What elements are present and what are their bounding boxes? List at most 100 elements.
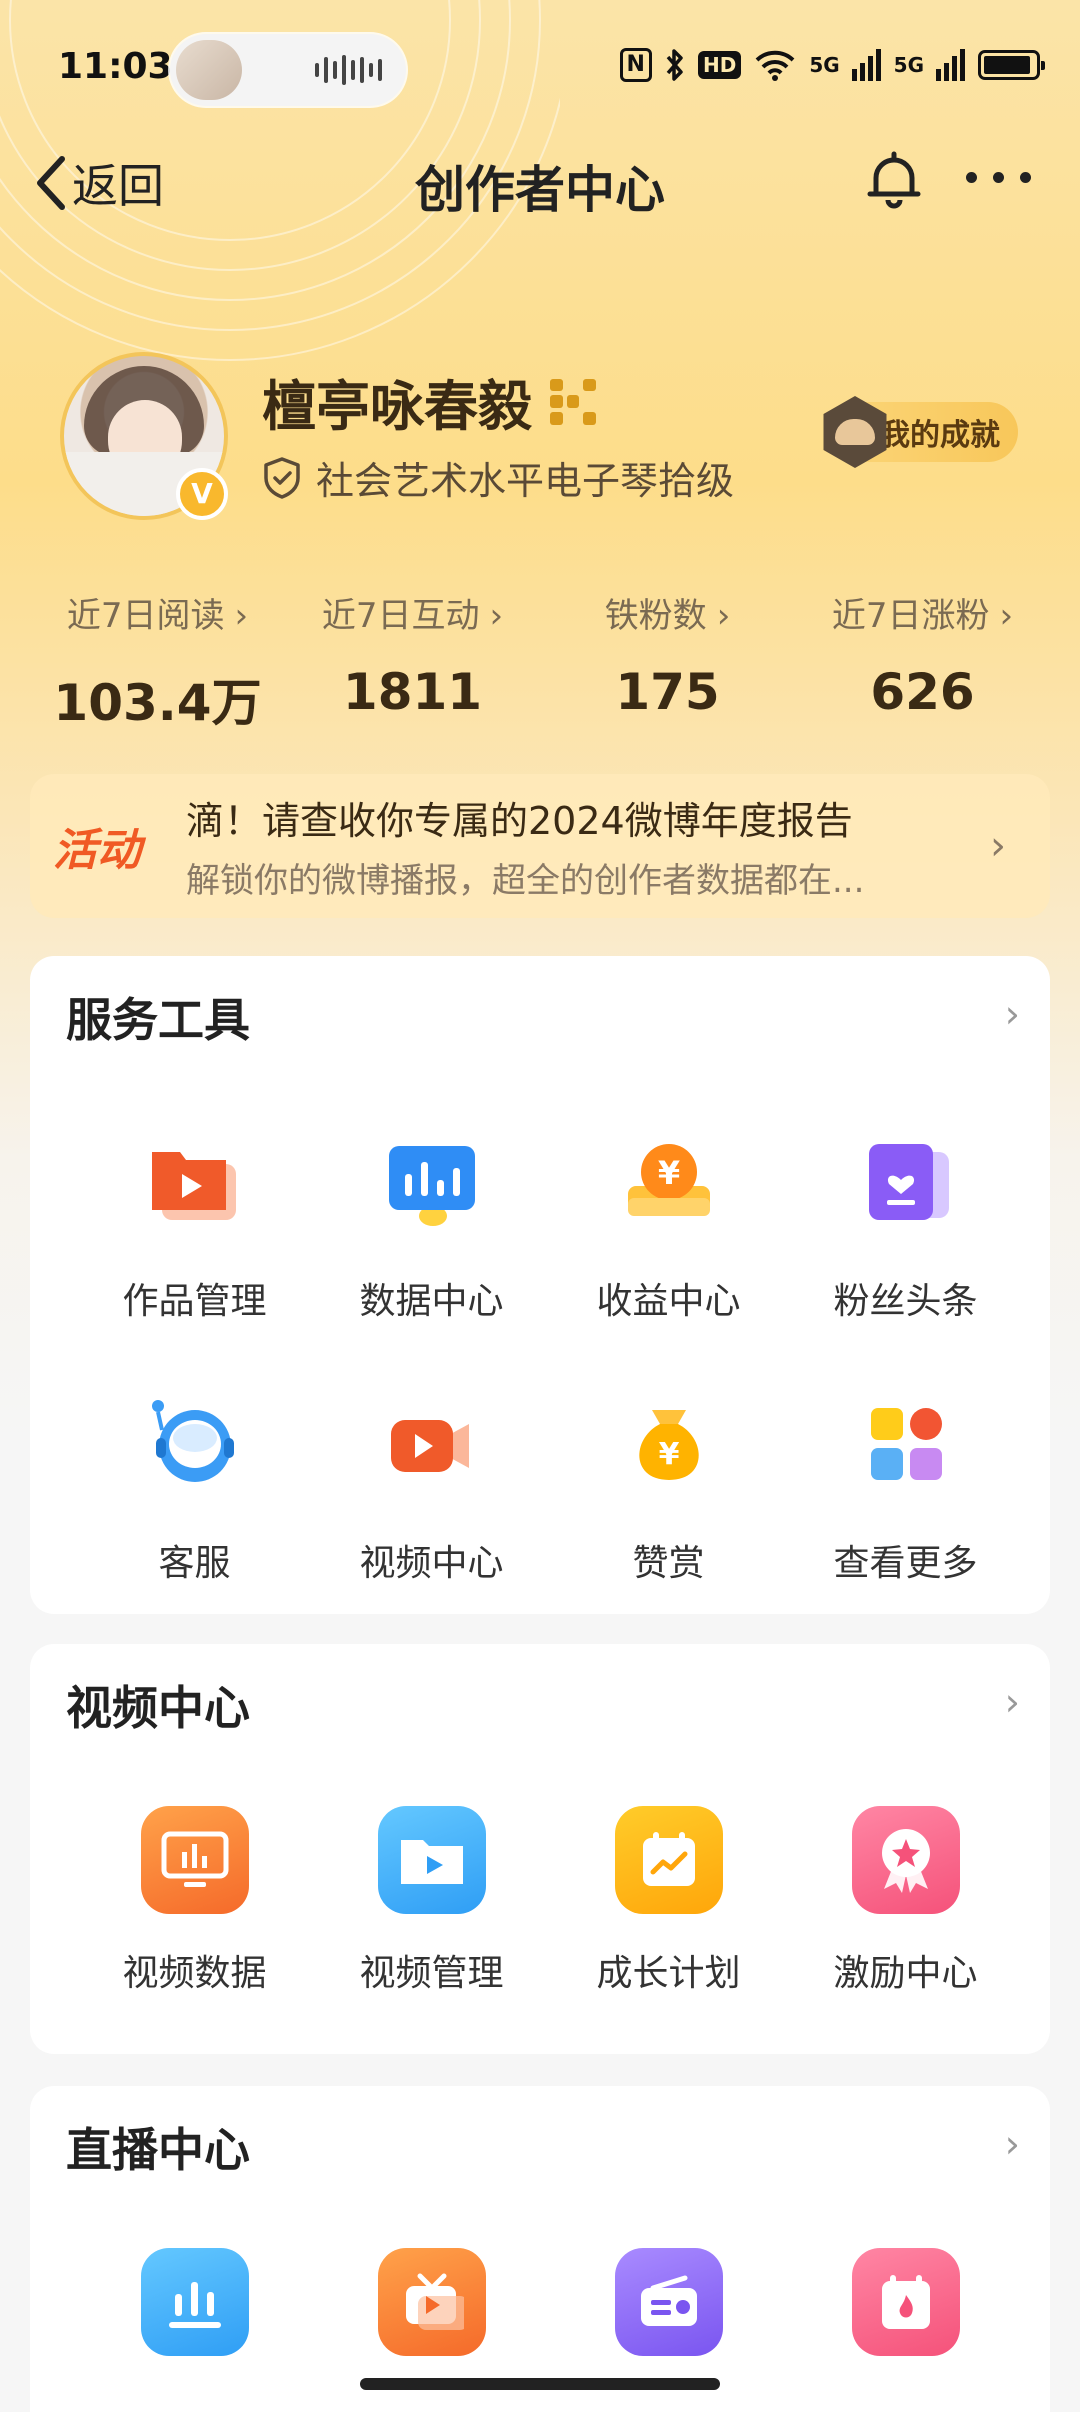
tool-income-center[interactable]: ¥ 收益中心	[550, 1128, 787, 1324]
data-center-icon	[388, 1146, 475, 1226]
stat-label: 近7日阅读	[66, 596, 225, 636]
section-title: 服务工具	[66, 993, 250, 1047]
tool-reward[interactable]: ¥ 赞赏	[550, 1390, 787, 1586]
verified-badge: V	[176, 468, 228, 520]
chevron-right-icon: ›	[716, 596, 731, 636]
chevron-right-icon: ›	[234, 596, 249, 636]
audio-wave-icon	[315, 54, 382, 86]
signal-2-icon	[936, 49, 965, 81]
svg-text:¥: ¥	[657, 1154, 679, 1192]
certification-text: 社会艺术水平电子琴拾级	[316, 459, 735, 503]
svg-text:¥: ¥	[658, 1437, 679, 1472]
income-icon: ¥	[627, 1144, 710, 1216]
more-menu-button[interactable]	[966, 172, 1031, 183]
banner-subtitle: 解锁你的微博播报，超全的创作者数据都在...	[186, 861, 865, 901]
chevron-right-icon[interactable]: ›	[1005, 992, 1020, 1036]
hd-voice-icon: HD	[697, 51, 742, 79]
tool-works-manage[interactable]: 作品管理	[76, 1128, 313, 1324]
video-data-icon	[140, 1806, 249, 1914]
tool-label: 粉丝头条	[833, 1281, 978, 1322]
activity-banner[interactable]: 活动 滴！请查收你专属的2024微博年度报告 解锁你的微博播报，超全的创作者数据…	[30, 774, 1050, 918]
fans-headline-icon	[868, 1144, 949, 1220]
achievement-button[interactable]: 我的成就	[823, 396, 1018, 468]
growth-plan-icon	[614, 1806, 723, 1914]
stat-label: 近7日涨粉	[831, 596, 990, 636]
media-thumbnail	[176, 40, 242, 100]
tool-data-center[interactable]: 数据中心	[313, 1128, 550, 1324]
live-center-card: 直播中心 ›	[30, 2086, 1050, 2412]
stat-interactions[interactable]: 近7日互动 › 1811	[285, 588, 540, 735]
nfc-icon: N	[619, 48, 652, 82]
video-data-entry[interactable]: 视频数据	[76, 1806, 313, 1996]
tool-label: 查看更多	[833, 1543, 978, 1584]
stat-iron-fans[interactable]: 铁粉数 › 175	[540, 588, 795, 735]
service-tools-card: 服务工具 › 作品管理 数据中心 ¥ 收益中心 粉丝头条 客服 视频中心 ¥ 赞…	[30, 956, 1050, 1614]
shield-check-icon	[264, 456, 300, 499]
live-tv-icon	[377, 2248, 486, 2356]
status-time: 11:03	[58, 46, 173, 87]
home-indicator[interactable]	[360, 2378, 720, 2390]
video-entry-label: 成长计划	[596, 1953, 741, 1994]
stats-row: 近7日阅读 › 103.4万 近7日互动 › 1811 铁粉数 › 175 近7日涨粉…	[30, 588, 1050, 735]
bell-icon[interactable]	[862, 148, 926, 212]
section-title: 直播中心	[66, 2123, 250, 2177]
incentive-icon	[851, 1806, 960, 1914]
tool-label: 赞赏	[632, 1543, 705, 1584]
radio-icon	[614, 2248, 723, 2356]
live-calendar-entry[interactable]	[787, 2248, 1024, 2356]
tool-label: 收益中心	[596, 1281, 741, 1322]
tool-more[interactable]: 查看更多	[787, 1390, 1024, 1586]
works-icon	[151, 1152, 236, 1220]
banner-title: 滴！请查收你专属的2024微博年度报告	[186, 799, 853, 843]
stat-value: 1811	[342, 663, 483, 721]
incentive-entry[interactable]: 激励中心	[787, 1806, 1024, 1996]
qr-code-icon[interactable]	[550, 378, 596, 425]
stat-label: 铁粉数	[604, 596, 707, 636]
tool-video-center[interactable]: 视频中心	[313, 1390, 550, 1586]
stat-label: 近7日互动	[321, 596, 480, 636]
user-name-row[interactable]: 檀亭咏春毅	[262, 362, 596, 441]
stat-reads[interactable]: 近7日阅读 › 103.4万	[30, 588, 285, 735]
live-data-entry[interactable]	[76, 2248, 313, 2356]
live-data-icon	[140, 2248, 249, 2356]
signal-1-icon	[851, 49, 881, 81]
radio-entry[interactable]	[550, 2248, 787, 2356]
tool-customer-service[interactable]: 客服	[76, 1390, 313, 1586]
signal-5g-1-label: 5G	[809, 53, 840, 77]
reward-icon: ¥	[638, 1410, 699, 1480]
activity-tag: 活动	[53, 825, 141, 876]
video-entry-label: 激励中心	[833, 1953, 978, 1994]
chevron-right-icon: ›	[489, 596, 504, 636]
more-apps-icon	[870, 1408, 942, 1480]
chevron-right-icon[interactable]: ›	[1005, 1680, 1020, 1724]
media-island[interactable]	[170, 34, 406, 106]
video-entry-label: 视频管理	[359, 1953, 504, 1994]
tool-label: 客服	[158, 1543, 231, 1584]
achievement-label: 我的成就	[880, 418, 1000, 453]
video-manage-entry[interactable]: 视频管理	[313, 1806, 550, 1996]
certification-row[interactable]: 社会艺术水平电子琴拾级	[262, 450, 734, 505]
bluetooth-icon	[666, 49, 683, 81]
growth-plan-entry[interactable]: 成长计划	[550, 1806, 787, 1996]
video-center-icon	[390, 1420, 469, 1472]
stat-value: 103.4万	[53, 674, 262, 732]
chevron-right-icon[interactable]: ›	[1005, 2122, 1020, 2166]
chevron-right-icon: ›	[990, 823, 1006, 869]
customer-service-icon	[151, 1400, 234, 1482]
chevron-right-icon: ›	[999, 596, 1014, 636]
battery-icon	[978, 50, 1045, 80]
tool-fans-headline[interactable]: 粉丝头条	[787, 1128, 1024, 1324]
section-title: 视频中心	[66, 1681, 250, 1735]
signal-5g-2-label: 5G	[893, 53, 924, 77]
video-entry-label: 视频数据	[122, 1953, 267, 1994]
tool-label: 视频中心	[359, 1543, 504, 1584]
live-tv-entry[interactable]	[313, 2248, 550, 2356]
achievement-medal-icon	[823, 396, 887, 468]
stat-value: 175	[615, 663, 720, 721]
wifi-icon	[755, 50, 795, 81]
status-icons: N HD 5G 5G	[619, 48, 1045, 82]
stat-new-fans[interactable]: 近7日涨粉 › 626	[795, 588, 1050, 735]
tool-label: 作品管理	[122, 1281, 267, 1322]
user-name: 檀亭咏春毅	[262, 375, 532, 438]
video-center-card: 视频中心 › 视频数据 视频管理 成长计划 激励中心	[30, 1644, 1050, 2054]
